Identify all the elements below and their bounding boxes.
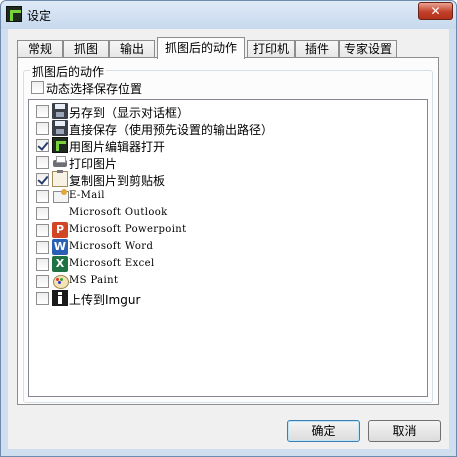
tab-capture[interactable]: 抓图 [63,40,109,58]
list-item-label: Microsoft Outlook [69,207,168,218]
close-button[interactable]: ✕ [418,2,453,20]
list-item-label: MS Paint [69,275,119,286]
list-item-save-as[interactable]: 另存到（显示对话框） [29,103,427,120]
list-item-label: 打印图片 [69,157,118,171]
list-item-word[interactable]: W Microsoft Word [29,239,427,256]
destination-list[interactable]: 另存到（显示对话框） 直接保存（使用预先设置的输出路径） 用图片编辑器打开 打印… [28,99,428,397]
list-item-email[interactable]: E-Mail [29,188,427,205]
list-item-checkbox[interactable] [36,122,49,135]
powerpoint-icon: P [52,222,68,238]
dynamic-location-checkbox[interactable] [31,81,44,94]
list-item-excel[interactable]: X Microsoft Excel [29,256,427,273]
after-capture-group: 抓图后的动作 动态选择保存位置 另存到（显示对话框） 直接保存（使用预先设置的输… [23,63,433,403]
list-item-powerpoint[interactable]: P Microsoft Powerpoint [29,222,427,239]
tab-general[interactable]: 常规 [17,40,63,58]
list-item-print[interactable]: 打印图片 [29,154,427,171]
save-icon [52,103,68,119]
excel-icon: X [52,256,68,272]
word-icon: W [52,239,68,255]
tab-plugins[interactable]: 插件 [295,40,339,58]
list-item-checkbox[interactable] [36,190,49,203]
list-item-label: 上传到Imgur [69,293,141,307]
list-item-label: 复制图片到剪贴板 [69,174,166,188]
clipboard-icon [52,170,68,187]
cancel-button[interactable]: 取消 [368,420,441,442]
group-legend: 抓图后的动作 [30,63,107,80]
list-item-label: Microsoft Powerpoint [69,224,187,235]
list-item-checkbox[interactable] [36,258,49,271]
tab-expert-settings[interactable]: 专家设置 [339,40,397,58]
list-item-save-direct[interactable]: 直接保存（使用预先设置的输出路径） [29,120,427,137]
list-item-open-editor[interactable]: 用图片编辑器打开 [29,137,427,154]
list-item-mspaint[interactable]: MS Paint [29,273,427,290]
list-item-checkbox[interactable] [36,139,49,152]
list-item-outlook[interactable]: Microsoft Outlook [29,205,427,222]
tab-printer[interactable]: 打印机 [247,40,295,58]
list-item-checkbox[interactable] [36,224,49,237]
list-item-checkbox[interactable] [36,105,49,118]
list-item-checkbox[interactable] [36,173,49,186]
list-item-label: 直接保存（使用预先设置的输出路径） [69,123,274,137]
ok-button[interactable]: 确定 [287,420,360,442]
tab-after-capture-actions[interactable]: 抓图后的动作 [157,37,245,59]
imgur-icon [52,290,68,306]
list-item-checkbox[interactable] [36,207,49,220]
list-item-clipboard[interactable]: 复制图片到剪贴板 [29,170,427,188]
window-title: 设定 [27,9,52,23]
image-editor-icon [52,137,68,153]
list-item-label: 用图片编辑器打开 [69,140,166,154]
greenshot-app-icon [6,6,22,22]
list-item-label: Microsoft Word [69,241,154,252]
settings-window: 设定 ✕ 常规 抓图 输出 抓图后的动作 打印机 插件 专家设置 抓图后的动作 … [0,0,457,457]
list-item-checkbox[interactable] [36,275,49,288]
paint-icon [52,273,69,289]
list-item-imgur[interactable]: 上传到Imgur [29,290,427,307]
dialog-client-area: 常规 抓图 输出 抓图后的动作 打印机 插件 专家设置 抓图后的动作 动态选择保… [8,29,449,449]
printer-icon [52,154,68,170]
list-item-checkbox[interactable] [36,156,49,169]
list-item-checkbox[interactable] [36,241,49,254]
after-capture-tab-panel: 抓图后的动作 动态选择保存位置 另存到（显示对话框） 直接保存（使用预先设置的输… [17,57,439,405]
list-item-label: Microsoft Excel [69,258,155,269]
tab-output[interactable]: 输出 [109,40,155,58]
dynamic-location-label[interactable]: 动态选择保存位置 [46,80,142,97]
list-item-checkbox[interactable] [36,292,49,305]
email-icon [52,188,69,204]
save-icon [52,120,68,136]
list-item-label: 另存到（显示对话框） [69,106,190,120]
list-item-label: E-Mail [69,190,105,201]
title-bar[interactable]: 设定 ✕ [1,1,456,29]
